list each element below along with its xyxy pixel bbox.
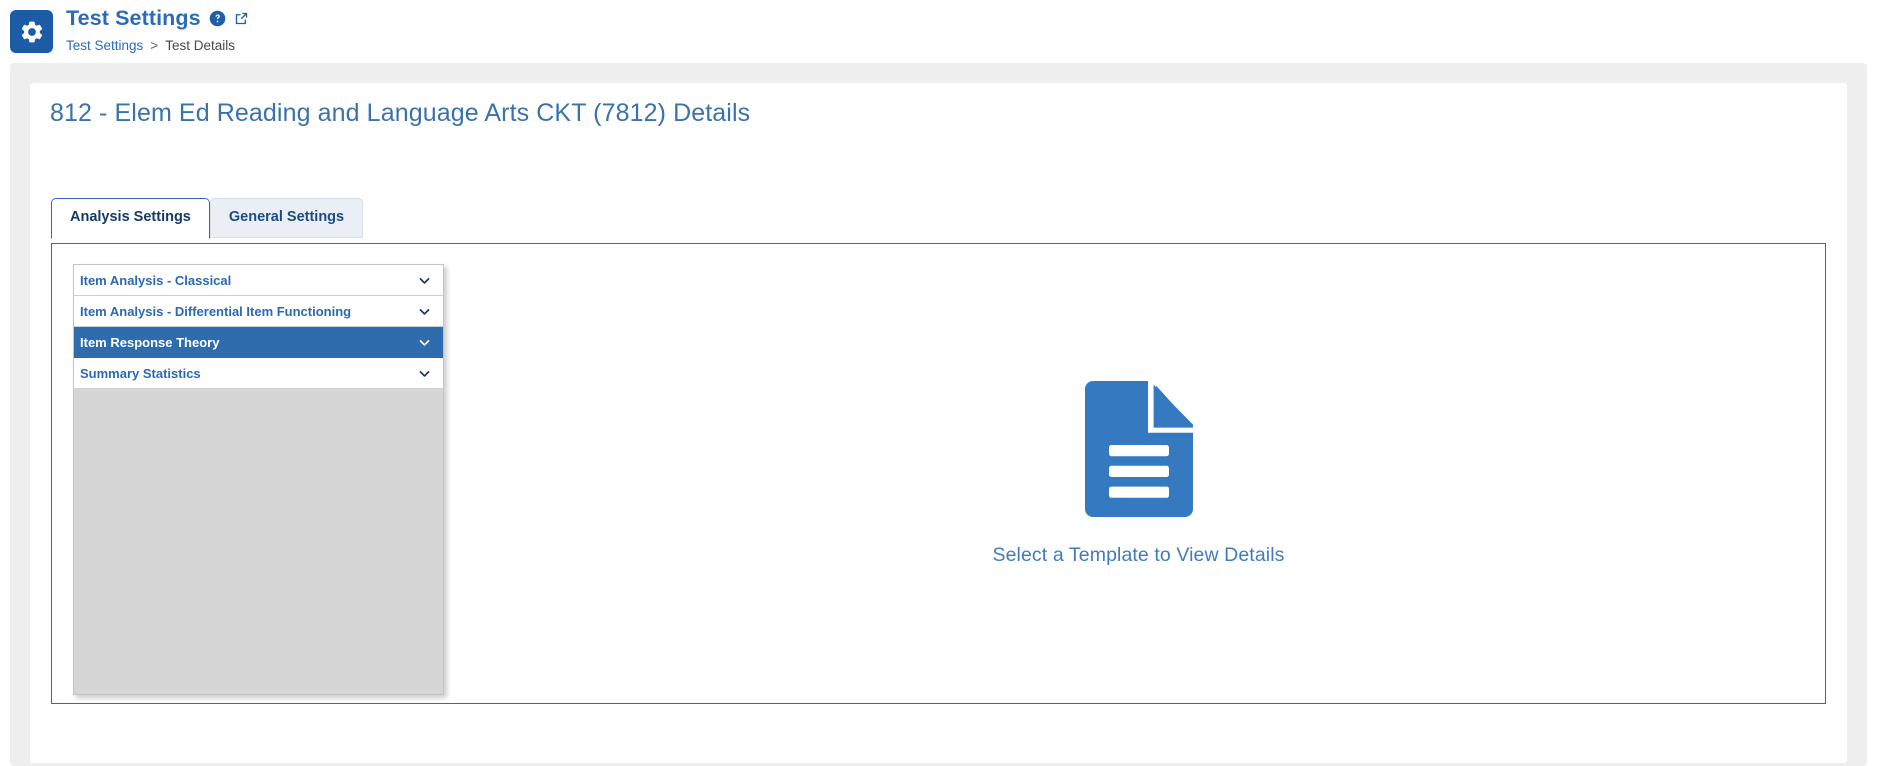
breadcrumb-current: Test Details [165, 37, 235, 53]
tab-general-settings[interactable]: General Settings [209, 198, 364, 239]
empty-state: Select a Template to View Details [452, 244, 1825, 703]
app-header: Test Settings Test Settings > Test Detai… [0, 0, 1877, 63]
accordion-item-label: Item Analysis - Differential Item Functi… [80, 303, 352, 319]
template-accordion: Item Analysis - Classical Item Analysis … [73, 264, 444, 695]
tab-list: Analysis Settings General Settings [51, 198, 364, 240]
accordion-item-item-response-theory[interactable]: Item Response Theory [74, 327, 443, 358]
accordion-item-summary-statistics[interactable]: Summary Statistics [74, 358, 443, 389]
chevron-down-icon[interactable] [418, 367, 431, 380]
breadcrumb-root[interactable]: Test Settings [66, 38, 143, 53]
chevron-down-icon[interactable] [418, 305, 431, 318]
external-link-icon[interactable] [234, 11, 249, 26]
tab-general-settings-label: General Settings [228, 209, 345, 225]
empty-state-message: Select a Template to View Details [992, 543, 1285, 566]
tab-analysis-settings-label: Analysis Settings [70, 209, 191, 225]
accordion-item-label: Item Analysis - Classical [80, 272, 232, 288]
analysis-settings-panel: Item Analysis - Classical Item Analysis … [51, 243, 1826, 704]
chevron-down-icon[interactable] [418, 336, 431, 349]
details-card: 812 - Elem Ed Reading and Language Arts … [30, 83, 1847, 763]
help-circle-icon[interactable] [209, 10, 226, 27]
chevron-down-icon[interactable] [418, 274, 431, 287]
page-title: Test Settings [66, 6, 201, 30]
breadcrumb: Test Settings > Test Details [66, 38, 249, 53]
page-shell: 812 - Elem Ed Reading and Language Arts … [10, 63, 1867, 766]
accordion-item-item-analysis-classical[interactable]: Item Analysis - Classical [74, 265, 443, 296]
tab-analysis-settings[interactable]: Analysis Settings [51, 198, 210, 240]
accordion-item-label: Item Response Theory [80, 334, 220, 350]
accordion-item-item-analysis-dif[interactable]: Item Analysis - Differential Item Functi… [74, 296, 443, 327]
card-title: 812 - Elem Ed Reading and Language Arts … [50, 99, 751, 127]
gear-icon [10, 10, 53, 53]
accordion-item-label: Summary Statistics [80, 365, 201, 381]
document-icon [1084, 380, 1193, 522]
breadcrumb-separator: > [150, 37, 159, 53]
